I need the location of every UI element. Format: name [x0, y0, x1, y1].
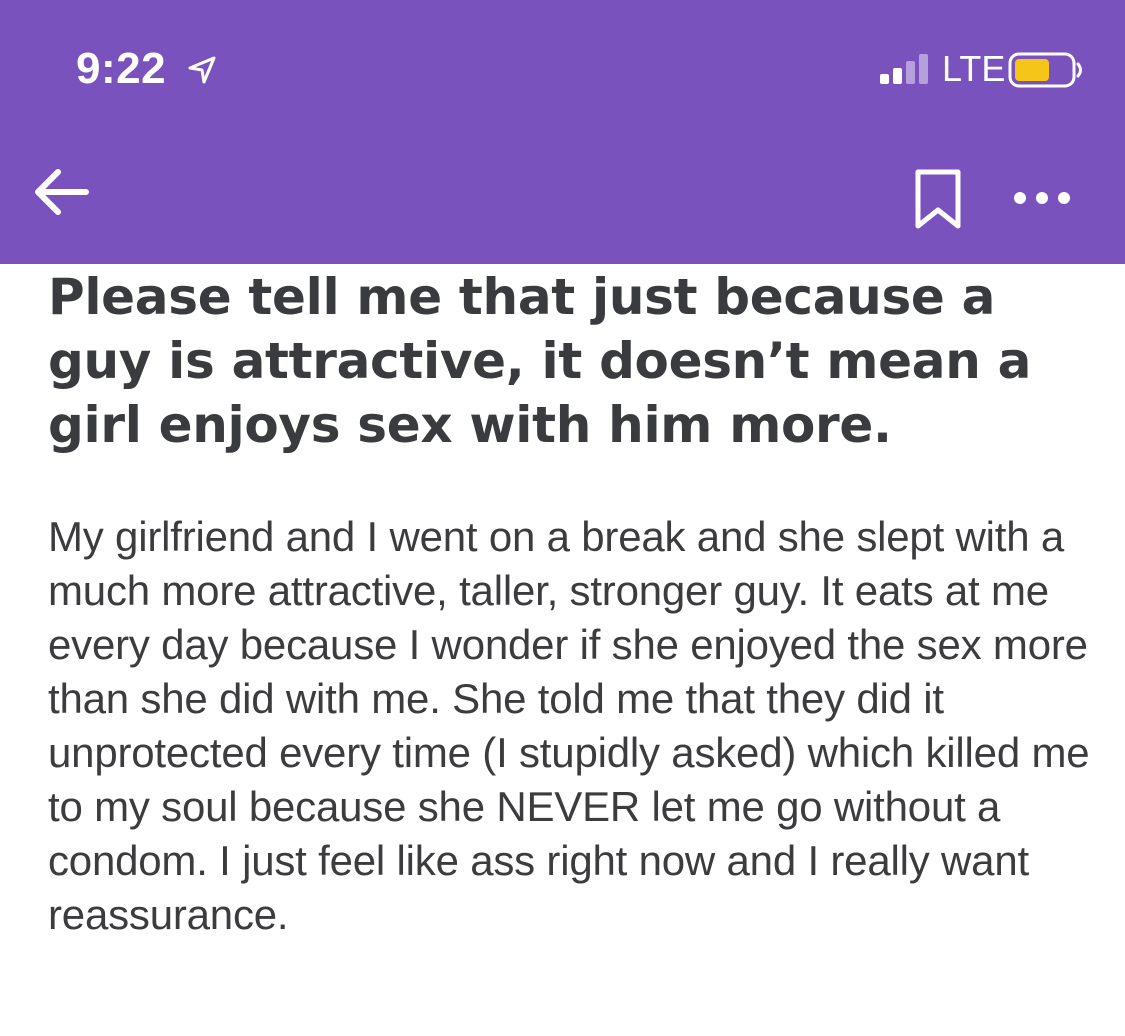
- signal-bars-icon: [880, 54, 928, 84]
- location-arrow-icon: [188, 56, 216, 84]
- back-button[interactable]: [28, 160, 92, 224]
- status-time: 9:22: [76, 44, 167, 93]
- post-title: Please tell me that just because a guy i…: [48, 268, 1032, 454]
- app-screen: 9:22 LTE Please tell me that just becaus…: [0, 0, 1125, 1036]
- bookmark-button[interactable]: [910, 168, 966, 230]
- post-body: My girlfriend and I went on a break and …: [48, 513, 1090, 938]
- network-type-label: LTE: [942, 48, 1006, 89]
- battery-icon: [1008, 52, 1082, 88]
- more-options-button[interactable]: [1010, 180, 1074, 216]
- app-header: 9:22 LTE: [0, 0, 1125, 264]
